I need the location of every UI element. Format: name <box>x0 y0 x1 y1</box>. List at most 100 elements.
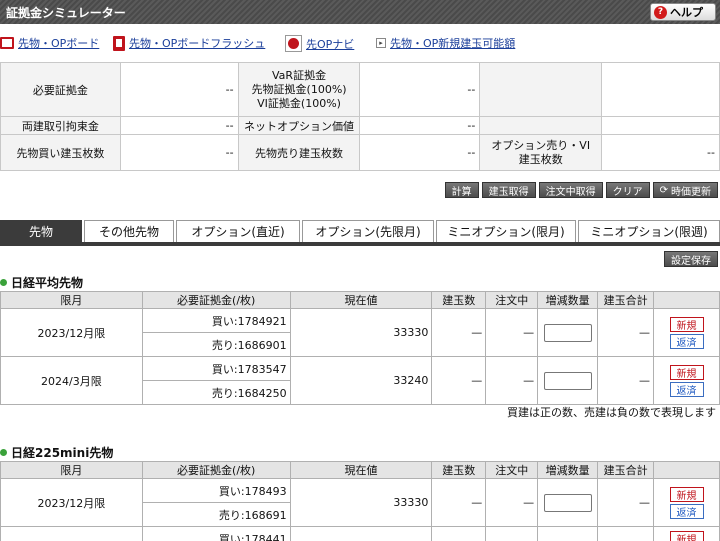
col-actions <box>653 461 720 479</box>
col-position-total: 建玉合計 <box>597 461 655 479</box>
table-row: 2023/12月限 買い:178493 33330 — — — 新規 返済 <box>0 478 720 527</box>
actions-cell: 新規 返済 <box>653 308 720 357</box>
month-cell: 2023/12月限 <box>0 478 143 527</box>
empty-cell <box>479 116 603 135</box>
quantity-input[interactable] <box>543 371 592 390</box>
new-order-button[interactable]: 新規 <box>669 531 704 541</box>
tab-other-futures[interactable]: その他先物 <box>84 220 174 242</box>
buy-margin: 買い:178493 <box>141 478 291 503</box>
actions-cell: 新規 返済 <box>653 356 720 405</box>
nikkei-table: 限月 必要証拠金(/枚) 現在値 建玉数 注文中 増減数量 建玉合計 2023/… <box>0 291 720 405</box>
nikkei-section-title: 日経平均先物 <box>0 274 83 291</box>
col-change-qty: 増減数量 <box>537 461 599 479</box>
month-cell: 2024/3月限 <box>0 356 143 405</box>
positions-cell: — <box>431 356 487 405</box>
new-available-link-group: ▸ 先物・OP新規建玉可能額 <box>376 35 515 51</box>
calc-button[interactable]: 計算 <box>444 182 479 198</box>
arrow-icon: ▸ <box>376 38 386 48</box>
col-orders: 注文中 <box>485 291 539 309</box>
price-cell: 33330 <box>289 308 433 357</box>
tab-option-far-month[interactable]: オプション(先限月) <box>302 220 434 242</box>
link-bar: 先物・OPボード 先物・OPボードフラッシュ 先OPナビ ▸ 先物・OP新規建玉… <box>0 35 720 55</box>
flash-link-group: 先物・OPボードフラッシュ <box>113 35 265 51</box>
refresh-price-button[interactable]: ⟳ 時価更新 <box>652 182 718 198</box>
sell-margin: 売り:1686901 <box>141 332 291 357</box>
orders-cell: — <box>485 478 539 527</box>
total-cell: — <box>597 356 655 405</box>
empty-cell <box>601 62 720 117</box>
refresh-label: 時価更新 <box>671 186 711 198</box>
col-margin: 必要証拠金(/枚) <box>141 291 291 309</box>
help-icon: ? <box>654 5 667 19</box>
sell-margin: 売り:168691 <box>141 502 291 527</box>
month-cell: 2023/12月限 <box>0 308 143 357</box>
tab-option-nearest[interactable]: オプション(直近) <box>176 220 300 242</box>
navi-icon <box>285 35 302 52</box>
sell-margin: 売り:1684250 <box>141 380 291 405</box>
required-margin-value: -- <box>119 62 239 117</box>
actions-cell: 新規 返済 <box>653 478 720 527</box>
title-bar: 証拠金シミュレーター ? ヘルプ <box>0 0 720 24</box>
col-price: 現在値 <box>289 461 433 479</box>
var-margin-value: -- <box>359 62 481 117</box>
clear-button[interactable]: クリア <box>605 182 650 198</box>
help-label: ヘルプ <box>670 6 703 19</box>
navi-link-group: 先OPナビ <box>285 35 354 52</box>
bullet-icon <box>0 449 7 456</box>
quantity-input[interactable] <box>543 493 592 512</box>
tab-mini-option-month[interactable]: ミニオプション(限月) <box>436 220 576 242</box>
qty-cell <box>537 356 599 405</box>
close-order-button[interactable]: 返済 <box>669 381 704 397</box>
table-row: 買い:178441 新規 <box>0 526 720 541</box>
table-row: 2023/12月限 買い:1784921 33330 — — — 新規 返済 <box>0 308 720 357</box>
empty-cell <box>479 62 603 117</box>
price-cell <box>289 526 433 541</box>
col-change-qty: 増減数量 <box>537 291 599 309</box>
tab-futures[interactable]: 先物 <box>0 220 82 242</box>
actions-cell: 新規 <box>653 526 720 541</box>
settings-save-button[interactable]: 設定保存 <box>664 251 718 267</box>
bullet-icon <box>0 279 7 286</box>
table-row: 2024/3月限 買い:1783547 33240 — — — 新規 返済 <box>0 356 720 405</box>
futures-buy-label: 先物買い建玉枚数 <box>0 134 121 171</box>
price-cell: 33330 <box>289 478 433 527</box>
flash-board-icon <box>113 35 125 51</box>
new-available-link[interactable]: 先物・OP新規建玉可能額 <box>390 35 515 51</box>
col-margin: 必要証拠金(/枚) <box>141 461 291 479</box>
flash-board-link[interactable]: 先物・OPボードフラッシュ <box>129 35 265 51</box>
navi-link[interactable]: 先OPナビ <box>306 36 354 52</box>
required-margin-label: 必要証拠金 <box>0 62 121 117</box>
var-margin-label: VaR証拠金 先物証拠金(100%) VI証拠金(100%) <box>237 62 361 117</box>
qty-cell <box>537 526 599 541</box>
new-order-button[interactable]: 新規 <box>669 486 704 502</box>
action-buttons: 計算 建玉取得 注文中取得 クリア ⟳ 時価更新 <box>444 182 718 198</box>
close-order-button[interactable]: 返済 <box>669 333 704 349</box>
buy-margin: 買い:178441 <box>141 526 291 541</box>
col-positions: 建玉数 <box>431 291 487 309</box>
futures-buy-value: -- <box>119 134 239 171</box>
tab-mini-option-week[interactable]: ミニオプション(限週) <box>578 220 720 242</box>
col-positions: 建玉数 <box>431 461 487 479</box>
new-order-button[interactable]: 新規 <box>669 316 704 332</box>
total-cell: — <box>597 478 655 527</box>
total-cell <box>597 526 655 541</box>
orders-cell: — <box>485 356 539 405</box>
positions-cell <box>431 526 487 541</box>
col-price: 現在値 <box>289 291 433 309</box>
orders-cell <box>485 526 539 541</box>
qty-cell <box>537 308 599 357</box>
board-link[interactable]: 先物・OPボード <box>18 35 99 51</box>
two-way-restraint-label: 両建取引拘束金 <box>0 116 121 135</box>
col-month: 限月 <box>0 291 143 309</box>
positions-cell: — <box>431 308 487 357</box>
get-positions-button[interactable]: 建玉取得 <box>481 182 536 198</box>
option-sell-vi-label: オプション売り・VI 建玉枚数 <box>479 134 603 171</box>
quantity-input[interactable] <box>543 323 592 342</box>
get-orders-button[interactable]: 注文中取得 <box>538 182 603 198</box>
close-order-button[interactable]: 返済 <box>669 503 704 519</box>
futures-sell-label: 先物売り建玉枚数 <box>237 134 361 171</box>
board-icon <box>0 37 14 49</box>
help-button[interactable]: ? ヘルプ <box>650 3 716 21</box>
new-order-button[interactable]: 新規 <box>669 364 704 380</box>
futures-sell-value: -- <box>359 134 481 171</box>
